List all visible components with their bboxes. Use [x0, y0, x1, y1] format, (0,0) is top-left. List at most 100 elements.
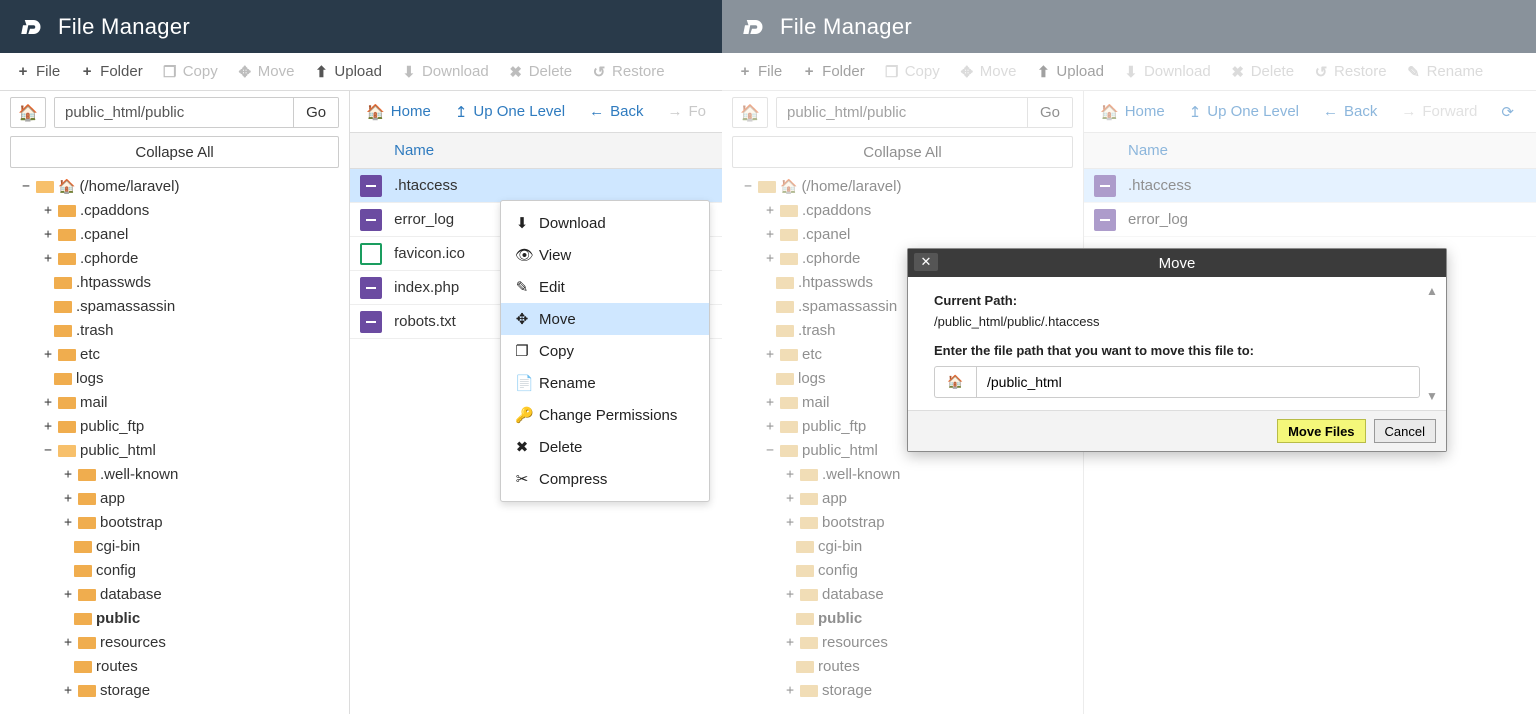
- upload-button[interactable]: ⬆Upload: [304, 53, 392, 90]
- tree-item[interactable]: +.cpaddons: [732, 198, 1073, 222]
- path-input[interactable]: [777, 98, 1027, 127]
- ctx-edit[interactable]: ✎Edit: [501, 271, 709, 303]
- tree-item[interactable]: +mail: [10, 390, 339, 414]
- download-button[interactable]: ⬇Download: [1114, 53, 1221, 90]
- tree-item[interactable]: −public_html: [10, 438, 339, 462]
- tree-item[interactable]: +.cphorde: [10, 246, 339, 270]
- ctx-permissions[interactable]: 🔑Change Permissions: [501, 399, 709, 431]
- expand-icon[interactable]: +: [42, 203, 54, 218]
- expand-icon[interactable]: +: [764, 395, 776, 410]
- tree-item[interactable]: +database: [732, 582, 1073, 606]
- nav-forward[interactable]: →Fo: [667, 103, 706, 120]
- scroll-up-icon[interactable]: ▲: [1424, 283, 1440, 299]
- expand-icon[interactable]: +: [784, 587, 796, 602]
- column-header-name[interactable]: Name: [350, 133, 722, 169]
- new-folder-button[interactable]: +Folder: [70, 53, 153, 90]
- tree-item[interactable]: +.cpanel: [10, 222, 339, 246]
- collapse-all-button[interactable]: Collapse All: [10, 136, 339, 168]
- ctx-delete[interactable]: ✖Delete: [501, 431, 709, 463]
- tree-item[interactable]: .htpasswds: [10, 270, 339, 294]
- nav-home[interactable]: 🏠Home: [366, 103, 431, 121]
- path-input[interactable]: [55, 98, 293, 127]
- tree-item[interactable]: +.cpaddons: [10, 198, 339, 222]
- tree-item[interactable]: cgi-bin: [732, 534, 1073, 558]
- tree-item[interactable]: public: [732, 606, 1073, 630]
- tree-item[interactable]: +database: [10, 582, 339, 606]
- home-button[interactable]: 🏠: [10, 97, 46, 128]
- new-folder-button[interactable]: +Folder: [792, 53, 875, 90]
- tree-item[interactable]: +.well-known: [732, 462, 1073, 486]
- nav-back[interactable]: ←Back: [1323, 103, 1377, 120]
- copy-button[interactable]: ❐Copy: [153, 53, 228, 90]
- expand-icon[interactable]: +: [42, 419, 54, 434]
- tree-item[interactable]: +storage: [732, 678, 1073, 702]
- tree-item[interactable]: +bootstrap: [10, 510, 339, 534]
- expand-icon[interactable]: +: [784, 467, 796, 482]
- move-button[interactable]: ✥Move: [228, 53, 305, 90]
- tree-item[interactable]: +resources: [732, 630, 1073, 654]
- expand-icon[interactable]: +: [62, 587, 74, 602]
- ctx-compress[interactable]: ✂Compress: [501, 463, 709, 495]
- file-row[interactable]: error_log: [1084, 203, 1536, 237]
- expand-icon[interactable]: +: [62, 683, 74, 698]
- file-row[interactable]: .htaccess: [350, 169, 722, 203]
- ctx-move[interactable]: ✥Move: [501, 303, 709, 335]
- tree-item[interactable]: config: [732, 558, 1073, 582]
- restore-button[interactable]: ↺Restore: [582, 53, 675, 90]
- move-button[interactable]: ✥Move: [950, 53, 1027, 90]
- collapse-icon[interactable]: −: [764, 443, 776, 458]
- tree-item[interactable]: .trash: [10, 318, 339, 342]
- tree-item[interactable]: logs: [10, 366, 339, 390]
- dest-home-button[interactable]: 🏠: [934, 366, 976, 398]
- cancel-button[interactable]: Cancel: [1374, 419, 1436, 443]
- tree-item[interactable]: cgi-bin: [10, 534, 339, 558]
- delete-button[interactable]: ✖Delete: [1221, 53, 1304, 90]
- ctx-copy[interactable]: ❐Copy: [501, 335, 709, 367]
- tree-item[interactable]: +.cpanel: [732, 222, 1073, 246]
- tree-item[interactable]: config: [10, 558, 339, 582]
- nav-home[interactable]: 🏠Home: [1100, 103, 1165, 121]
- tree-item[interactable]: +resources: [10, 630, 339, 654]
- go-button[interactable]: Go: [1027, 98, 1072, 127]
- new-file-button[interactable]: +File: [728, 53, 792, 90]
- upload-button[interactable]: ⬆Upload: [1026, 53, 1114, 90]
- nav-forward[interactable]: →Forward: [1401, 103, 1477, 120]
- expand-icon[interactable]: +: [784, 491, 796, 506]
- ctx-rename[interactable]: 📄Rename: [501, 367, 709, 399]
- expand-icon[interactable]: +: [764, 251, 776, 266]
- collapse-icon[interactable]: −: [42, 443, 54, 458]
- modal-titlebar[interactable]: ✕ Move: [908, 249, 1446, 277]
- expand-icon[interactable]: +: [62, 635, 74, 650]
- expand-icon[interactable]: +: [62, 467, 74, 482]
- expand-icon[interactable]: +: [62, 515, 74, 530]
- download-button[interactable]: ⬇Download: [392, 53, 499, 90]
- ctx-view[interactable]: 👁View: [501, 239, 709, 271]
- expand-icon[interactable]: +: [784, 515, 796, 530]
- collapse-icon[interactable]: −: [742, 179, 754, 194]
- expand-icon[interactable]: +: [784, 635, 796, 650]
- ctx-download[interactable]: ⬇Download: [501, 207, 709, 239]
- tree-item[interactable]: +storage: [10, 678, 339, 702]
- close-icon[interactable]: ✕: [914, 253, 938, 271]
- go-button[interactable]: Go: [293, 98, 338, 127]
- expand-icon[interactable]: +: [42, 395, 54, 410]
- rename-button[interactable]: ✎Rename: [1397, 53, 1494, 90]
- tree-item[interactable]: routes: [732, 654, 1073, 678]
- tree-item[interactable]: public: [10, 606, 339, 630]
- expand-icon[interactable]: +: [764, 347, 776, 362]
- move-files-button[interactable]: Move Files: [1277, 419, 1365, 443]
- nav-reload[interactable]: ⟳: [1501, 103, 1514, 121]
- expand-icon[interactable]: +: [784, 683, 796, 698]
- expand-icon[interactable]: +: [42, 251, 54, 266]
- restore-button[interactable]: ↺Restore: [1304, 53, 1397, 90]
- nav-back[interactable]: ←Back: [589, 103, 643, 120]
- copy-button[interactable]: ❐Copy: [875, 53, 950, 90]
- collapse-icon[interactable]: −: [20, 179, 32, 194]
- tree-item[interactable]: +.well-known: [10, 462, 339, 486]
- expand-icon[interactable]: +: [42, 347, 54, 362]
- collapse-all-button[interactable]: Collapse All: [732, 136, 1073, 168]
- home-button[interactable]: 🏠: [732, 97, 768, 128]
- tree-item[interactable]: +public_ftp: [10, 414, 339, 438]
- expand-icon[interactable]: +: [62, 491, 74, 506]
- delete-button[interactable]: ✖Delete: [499, 53, 582, 90]
